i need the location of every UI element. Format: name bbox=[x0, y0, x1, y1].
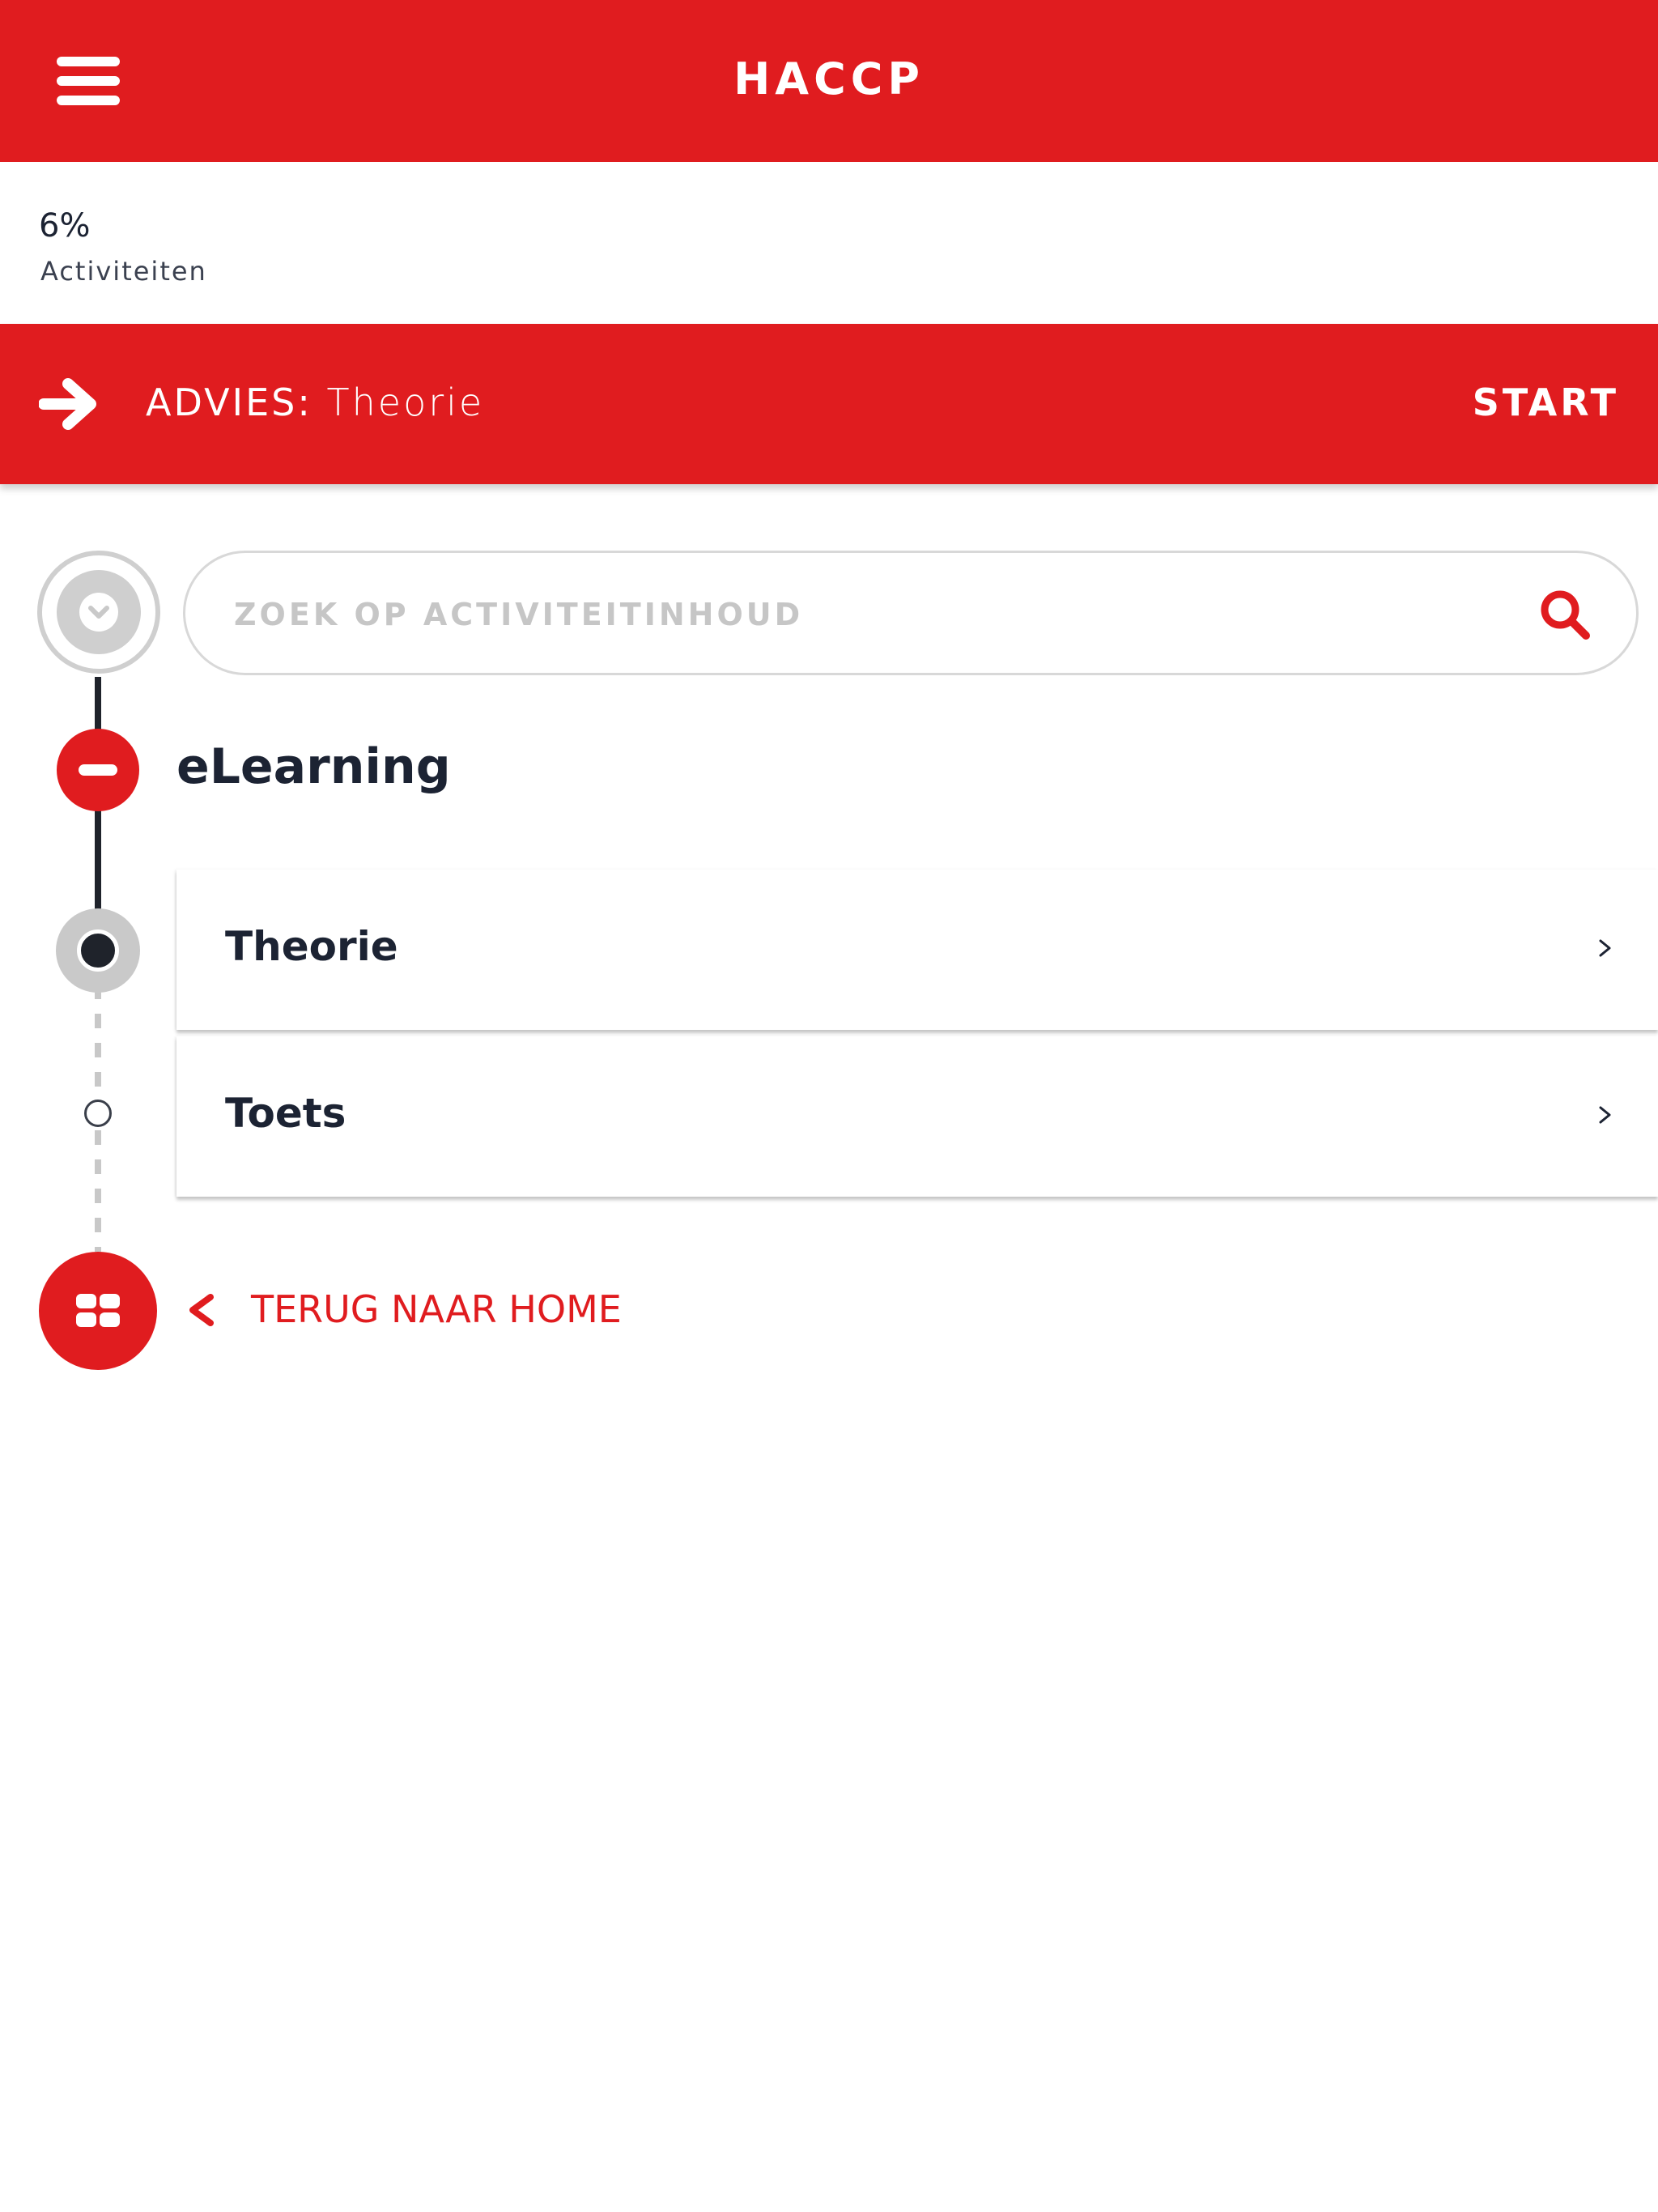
chevron-right-icon bbox=[1599, 939, 1611, 957]
home-button[interactable] bbox=[39, 1252, 157, 1370]
progress-label: Activiteiten bbox=[40, 256, 207, 287]
advice-item: Theorie bbox=[326, 381, 485, 424]
search-box bbox=[183, 551, 1639, 675]
search-icon[interactable] bbox=[1539, 589, 1592, 642]
minus-icon bbox=[79, 764, 117, 776]
search-input[interactable] bbox=[234, 592, 1448, 637]
start-button[interactable]: START bbox=[1473, 381, 1619, 424]
progress-summary: 6% Activiteiten bbox=[0, 162, 1658, 324]
toggle-inner bbox=[57, 570, 141, 654]
arrow-right-icon bbox=[39, 378, 96, 430]
progress-percentage: 6% bbox=[39, 207, 91, 245]
section-title: eLearning bbox=[176, 738, 451, 795]
activity-label: Toets bbox=[225, 1090, 346, 1137]
activity-item-theorie[interactable]: Theorie bbox=[176, 870, 1658, 1030]
collapse-section-button[interactable] bbox=[57, 729, 139, 811]
advice-text: ADVIES: Theorie bbox=[146, 381, 484, 424]
app-title: HACCP bbox=[733, 53, 925, 104]
grid-icon bbox=[76, 1294, 120, 1327]
top-bar: HACCP bbox=[0, 0, 1658, 162]
open-activity-node bbox=[84, 1100, 112, 1127]
activity-item-toets[interactable]: Toets bbox=[176, 1036, 1658, 1197]
activity-label: Theorie bbox=[225, 923, 398, 970]
collapse-toggle[interactable] bbox=[37, 551, 160, 674]
advice-bar[interactable]: ADVIES: Theorie START bbox=[0, 324, 1658, 484]
chevron-left-icon bbox=[189, 1294, 214, 1326]
chevron-down-icon bbox=[88, 606, 109, 619]
chevron-right-icon bbox=[1599, 1106, 1611, 1124]
current-activity-node bbox=[56, 908, 140, 993]
current-dot bbox=[77, 929, 119, 972]
back-label: TERUG NAAR HOME bbox=[251, 1287, 622, 1331]
toggle-chevron-bg bbox=[79, 593, 118, 632]
advice-prefix: ADVIES: bbox=[146, 381, 312, 424]
